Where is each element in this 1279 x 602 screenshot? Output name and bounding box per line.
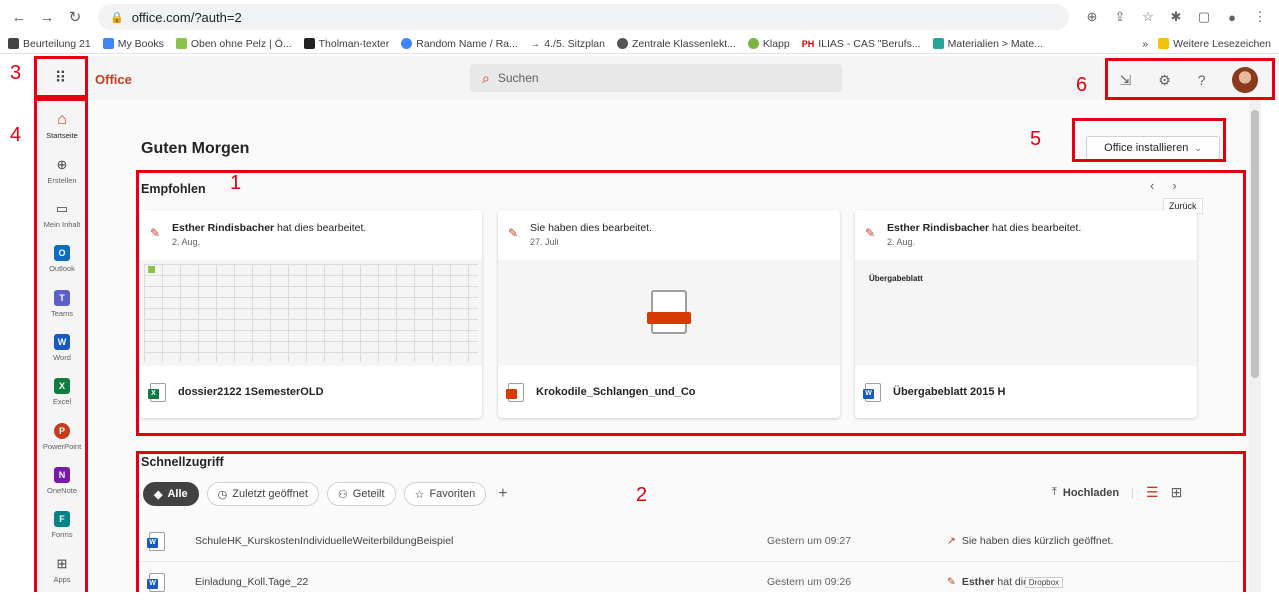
reload-icon[interactable]: ↻	[64, 6, 86, 28]
bookmarks-overflow[interactable]: »	[1142, 38, 1148, 50]
page-title: Guten Morgen	[141, 140, 250, 157]
forward-arrow-icon[interactable]: →	[36, 6, 58, 28]
bookmark[interactable]: Tholman-texter	[303, 38, 389, 50]
address-bar[interactable]: 🔒 office.com/?auth=2	[98, 4, 1069, 30]
menu-icon[interactable]: ⋮	[1249, 6, 1271, 28]
office-logo-text[interactable]: Office	[95, 72, 132, 87]
scrollbar-thumb[interactable]	[1251, 110, 1259, 378]
other-bookmarks[interactable]: Weitere Lesezeichen	[1158, 38, 1271, 50]
annotation-number: 5	[1030, 128, 1042, 150]
search-box[interactable]: ⌕ Suchen	[470, 64, 842, 92]
annotation-number: 1	[230, 172, 242, 194]
annotation-box-3	[34, 56, 88, 98]
install-app-icon[interactable]: ⊕	[1081, 6, 1103, 28]
profile-icon[interactable]: ●	[1221, 6, 1243, 28]
annotation-box-1	[136, 170, 1246, 436]
bookmark[interactable]: My Books	[102, 38, 164, 50]
bookmark[interactable]: Oben ohne Pelz | Ö...	[175, 38, 292, 50]
lock-icon: 🔒	[110, 11, 124, 24]
scrollbar[interactable]	[1249, 100, 1261, 592]
url-text: office.com/?auth=2	[131, 9, 242, 25]
annotation-box-6	[1105, 58, 1275, 100]
annotation-box-2	[136, 451, 1246, 592]
extensions-icon[interactable]: ✱	[1165, 6, 1187, 28]
annotation-number: 4	[10, 124, 22, 146]
share-icon[interactable]: ⇪	[1109, 6, 1131, 28]
bookmark[interactable]: Materialien > Mate...	[932, 38, 1043, 50]
search-placeholder: Suchen	[497, 71, 539, 85]
bookmark[interactable]: Zentrale Klassenlekt...	[616, 38, 736, 50]
annotation-box-5	[1072, 118, 1226, 162]
annotation-number: 6	[1076, 74, 1088, 96]
bookmark[interactable]: Beurteilung 21	[8, 38, 91, 50]
bookmark[interactable]: → 4./5. Sitzplan	[530, 38, 605, 50]
back-arrow-icon[interactable]: ←	[8, 6, 30, 28]
sidepanel-icon[interactable]: ▢	[1193, 6, 1215, 28]
bookmark[interactable]: Random Name / Ra...	[401, 38, 518, 50]
annotation-number: 2	[636, 484, 648, 506]
bookmarks-bar: Beurteilung 21 My Books Oben ohne Pelz |…	[0, 34, 1279, 54]
bookmark[interactable]: PH ILIAS - CAS "Berufs...	[802, 38, 921, 50]
browser-toolbar: ← → ↻ 🔒 office.com/?auth=2 ⊕ ⇪ ☆ ✱ ▢ ● ⋮	[0, 0, 1279, 34]
annotation-number: 3	[10, 62, 22, 84]
search-icon: ⌕	[482, 69, 490, 86]
bookmark[interactable]: Klapp	[747, 38, 790, 50]
star-icon[interactable]: ☆	[1137, 6, 1159, 28]
annotation-box-4	[34, 98, 88, 592]
